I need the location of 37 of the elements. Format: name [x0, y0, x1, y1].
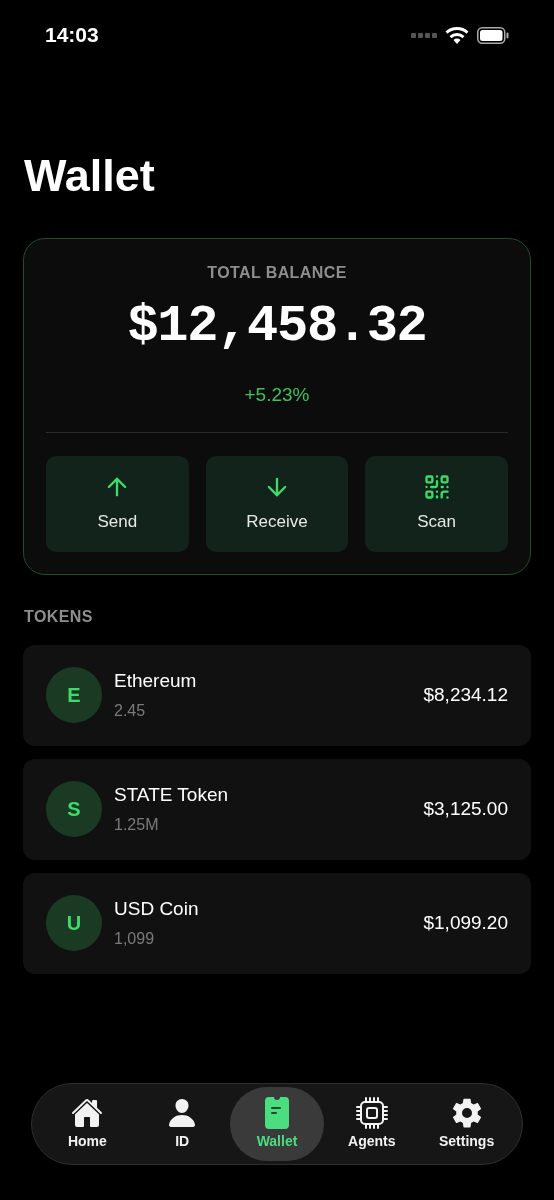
house-icon: [71, 1096, 104, 1129]
token-row[interactable]: E Ethereum 2.45 $8,234.12: [23, 644, 531, 746]
signal-icon: [411, 32, 437, 38]
page-title: Wallet: [24, 153, 155, 198]
token-name: USD Coin: [114, 896, 200, 921]
token-value: $3,125.00: [423, 796, 508, 821]
battery-icon: [477, 26, 509, 44]
tab-item[interactable]: ID: [134, 1087, 230, 1161]
balance-change: +5.23%: [244, 383, 310, 407]
tab-item[interactable]: Agents: [324, 1087, 420, 1161]
section-heading: TOKENS: [24, 606, 93, 627]
token-amount: 1.25M: [114, 815, 160, 836]
token-amount: 2.45: [114, 701, 147, 722]
token-row[interactable]: U USD Coin 1,099 $1,099.20: [23, 872, 531, 974]
token-amount: 1,099: [114, 929, 156, 950]
chip-icon: [355, 1096, 388, 1129]
tab-item[interactable]: Settings: [419, 1087, 514, 1161]
token-avatar: U: [46, 895, 102, 951]
balance-amount: $12,458.32: [127, 301, 427, 353]
status-time: 14:03: [45, 22, 99, 49]
qr-code-icon: [422, 472, 451, 501]
tab-item[interactable]: Wallet: [229, 1087, 325, 1161]
token-avatar: E: [46, 667, 102, 723]
wifi-icon: [445, 26, 469, 44]
action-button[interactable]: Receive: [205, 455, 349, 552]
token-name: Ethereum: [114, 668, 198, 693]
token-name: STATE Token: [114, 782, 230, 807]
token-value: $1,099.20: [423, 910, 508, 935]
balance-label: TOTAL BALANCE: [207, 263, 347, 283]
settings-icon: [450, 1096, 483, 1129]
tab-item[interactable]: Home: [40, 1087, 135, 1161]
action-button[interactable]: Send: [46, 455, 189, 552]
action-button[interactable]: Scan: [365, 455, 508, 552]
card-icon: [265, 1096, 289, 1129]
token-row[interactable]: S STATE Token 1.25M $3,125.00: [23, 758, 531, 860]
token-value: $8,234.12: [423, 682, 508, 707]
token-avatar: S: [46, 781, 102, 837]
